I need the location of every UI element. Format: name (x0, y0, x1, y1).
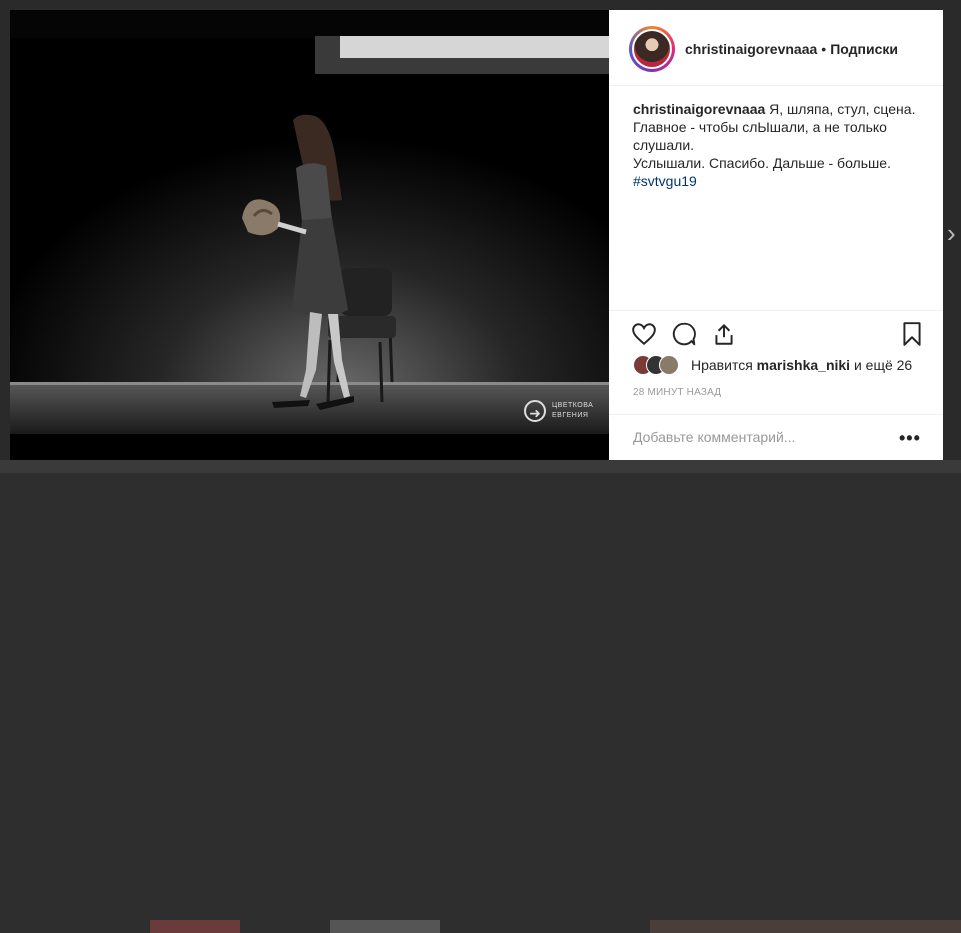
post-modal: ➜ ЦВЕТКОВА ЕВГЕНИЯ christinaigorevnaaa • П… (10, 10, 943, 460)
post-header: christinaigorevnaaa • Подписки (609, 10, 943, 86)
grid-thumbnail[interactable] (330, 920, 440, 933)
background-grid (0, 460, 961, 933)
watermark-arrow-icon: ➜ (524, 400, 546, 422)
comment-icon[interactable] (671, 321, 697, 347)
heart-icon[interactable] (631, 321, 657, 347)
post-caption: christinaigorevnaaa Я, шляпа, стул, сцен… (633, 100, 923, 190)
post-header-text: christinaigorevnaaa • Подписки (685, 41, 898, 57)
grid-thumbnail[interactable] (650, 920, 961, 933)
watermark-line-1: ЦВЕТКОВА (552, 402, 594, 409)
grid-thumbnail[interactable] (150, 920, 240, 933)
username-link[interactable]: christinaigorevnaaa (685, 41, 817, 57)
action-bar (609, 310, 943, 351)
watermark-line-2: ЕВГЕНИЯ (552, 412, 589, 419)
hashtag-link[interactable]: #svtvgu19 (633, 173, 697, 189)
caption-line-1: Я, шляпа, стул, сцена. (769, 101, 916, 117)
post-timestamp[interactable]: 28 МИНУТ НАЗАД (633, 387, 721, 398)
post-side-panel: christinaigorevnaaa • Подписки christinaig… (609, 10, 943, 460)
separator-dot: • (821, 41, 827, 57)
comment-input[interactable] (633, 429, 883, 445)
likes-count-link[interactable]: и ещё 26 (850, 357, 912, 373)
liker-username-link[interactable]: marishka_niki (757, 357, 850, 373)
caption-username-link[interactable]: christinaigorevnaaa (633, 101, 765, 117)
following-button[interactable]: Подписки (830, 41, 898, 57)
share-icon[interactable] (711, 321, 737, 347)
more-options-button[interactable]: ••• (899, 428, 921, 449)
avatar-image (632, 29, 672, 69)
likes-prefix: Нравится (691, 357, 757, 373)
comment-box: ••• (609, 414, 943, 460)
likes-text: Нравится marishka_niki и ещё 26 (691, 357, 912, 373)
avatar[interactable] (629, 26, 675, 72)
stage-photo-image (10, 10, 609, 434)
chevron-right-icon[interactable]: › (947, 213, 961, 253)
post-photo[interactable]: ➜ ЦВЕТКОВА ЕВГЕНИЯ (10, 10, 609, 434)
photo-bottom-strip (10, 434, 609, 460)
liker-avatar (659, 355, 679, 375)
bookmark-icon[interactable] (899, 321, 925, 347)
caption-line-3: Услышали. Спасибо. Дальше - больше. (633, 155, 891, 171)
caption-line-2: Главное - чтобы слЫшали, а не только слу… (633, 119, 887, 153)
